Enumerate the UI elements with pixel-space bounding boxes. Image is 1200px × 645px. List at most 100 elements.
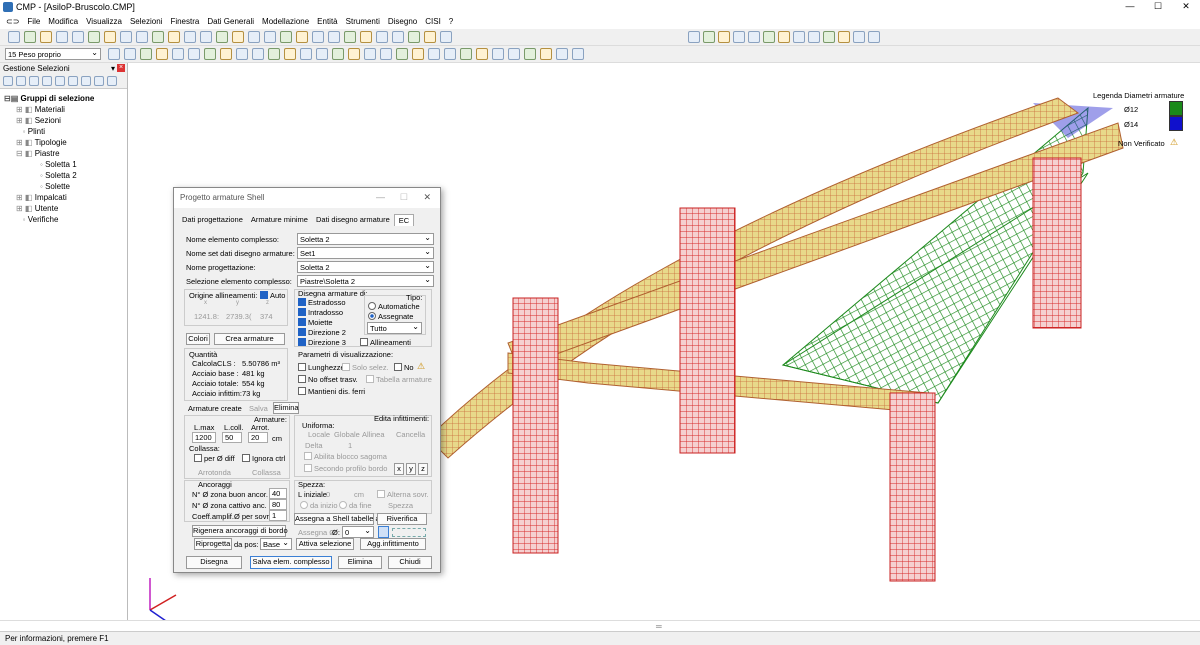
globale-button[interactable]: Globale	[334, 430, 360, 439]
toolbar-tool-icon[interactable]	[72, 31, 84, 43]
tipo-select[interactable]: Tutto	[367, 321, 422, 334]
tab-armature-minime[interactable]: Armature minime	[247, 214, 312, 226]
nome-set-select[interactable]: Set1	[297, 246, 434, 259]
toolbar-tool-icon[interactable]	[360, 31, 372, 43]
menu-help[interactable]: ?	[449, 17, 453, 26]
toolbar-tool-icon[interactable]	[284, 48, 296, 60]
tree-item-sezioni[interactable]: ⊞ ◧ Sezioni	[16, 116, 61, 126]
dialog-close-icon[interactable]: ✕	[423, 192, 431, 203]
panel-tool-icon[interactable]	[107, 76, 117, 86]
toolbar-tool-icon[interactable]	[808, 31, 820, 43]
alterna-checkbox[interactable]	[377, 490, 385, 498]
toolbar-tool-icon[interactable]	[216, 31, 228, 43]
toolbar-tool-icon[interactable]	[556, 48, 568, 60]
toolbar-tool-icon[interactable]	[156, 48, 168, 60]
toolbar-tool-icon[interactable]	[120, 31, 132, 43]
panel-tool-icon[interactable]	[81, 76, 91, 86]
tab-dati-progettazione[interactable]: Dati progettazione	[178, 214, 247, 226]
solo-selez-checkbox[interactable]	[342, 363, 350, 371]
zona-buon-input[interactable]: 40	[269, 488, 287, 499]
toolbar-tool-icon[interactable]	[252, 48, 264, 60]
z-button[interactable]: z	[418, 463, 428, 475]
panel-tool-icon[interactable]	[55, 76, 65, 86]
allinea-button[interactable]: Allinea	[362, 430, 385, 439]
collassa-button[interactable]: Collassa	[252, 468, 281, 477]
toolbar-tool-icon[interactable]	[380, 48, 392, 60]
toolbar-tool-icon[interactable]	[104, 31, 116, 43]
toolbar-tool-icon[interactable]	[140, 48, 152, 60]
toolbar-tool-icon[interactable]	[204, 48, 216, 60]
toolbar-tool-icon[interactable]	[328, 31, 340, 43]
toolbar-tool-icon[interactable]	[396, 48, 408, 60]
toolbar-tool-icon[interactable]	[300, 48, 312, 60]
toolbar-tool-icon[interactable]	[24, 31, 36, 43]
panel-tool-icon[interactable]	[42, 76, 52, 86]
intradosso-checkbox[interactable]	[298, 308, 306, 316]
toolbar-tool-icon[interactable]	[440, 31, 452, 43]
dialog-max-icon[interactable]: ☐	[400, 192, 408, 203]
toolbar-tool-icon[interactable]	[508, 48, 520, 60]
locale-button[interactable]: Locale	[308, 430, 330, 439]
attiva-selezione-button[interactable]: Attiva selezione	[296, 538, 354, 550]
toolbar-tool-icon[interactable]	[200, 31, 212, 43]
toolbar-tool-icon[interactable]	[40, 31, 52, 43]
crea-armature-button[interactable]: Crea armature	[214, 333, 285, 345]
x-button[interactable]: x	[394, 463, 404, 475]
toolbar-tool-icon[interactable]	[168, 31, 180, 43]
toolbar-tool-icon[interactable]	[136, 31, 148, 43]
nome-prog-select[interactable]: Soletta 2	[297, 260, 434, 273]
tabella-checkbox[interactable]	[366, 375, 374, 383]
toolbar-tool-icon[interactable]	[268, 48, 280, 60]
panel-tool-icon[interactable]	[16, 76, 26, 86]
toolbar-tool-icon[interactable]	[236, 48, 248, 60]
toolbar-tool-icon[interactable]	[408, 31, 420, 43]
origin-y-field[interactable]: 2739.3(	[226, 312, 251, 321]
arrotonda-button[interactable]: Arrotonda	[198, 468, 231, 477]
arm-create-tab[interactable]: Armature create	[188, 404, 242, 413]
toolbar-tool-icon[interactable]	[124, 48, 136, 60]
spezza-button[interactable]: Spezza	[388, 501, 413, 510]
toolbar-tool-icon[interactable]	[248, 31, 260, 43]
mesh-pattern-icon[interactable]	[392, 528, 426, 537]
tree-item-soletta2[interactable]: ◦ Soletta 2	[40, 171, 77, 181]
da-inizio-radio[interactable]	[300, 501, 308, 509]
y-button[interactable]: y	[406, 463, 416, 475]
toolbar-tool-icon[interactable]	[108, 48, 120, 60]
pin-icon[interactable]: ▾	[111, 63, 115, 75]
calcola-link[interactable]: Calcola	[192, 359, 217, 368]
menu-entita[interactable]: Entità	[317, 17, 337, 26]
toolbar-tool-icon[interactable]	[220, 48, 232, 60]
colori-button[interactable]: Colori	[186, 333, 210, 345]
toolbar-tool-icon[interactable]	[838, 31, 850, 43]
menu-strumenti[interactable]: Strumenti	[346, 17, 380, 26]
assegnate-radio[interactable]	[368, 312, 376, 320]
salva-tab[interactable]: Salva	[249, 404, 268, 413]
assegna-shell-button[interactable]: Assegna a Shell tabelle armat.	[294, 513, 397, 525]
maximize-button[interactable]: ☐	[1144, 0, 1172, 14]
close-button[interactable]: ✕	[1172, 0, 1200, 14]
menu-cisi[interactable]: CISI	[425, 17, 441, 26]
no-offset-checkbox[interactable]	[298, 375, 306, 383]
menu-dati-generali[interactable]: Dati Generali	[207, 17, 254, 26]
elimina-tab-button[interactable]: Elimina	[273, 402, 299, 414]
toolbar-tool-icon[interactable]	[364, 48, 376, 60]
panel-tool-icon[interactable]	[68, 76, 78, 86]
tree-item-utente[interactable]: ⊞ ◧ Utente	[16, 204, 58, 214]
toolbar-tool-icon[interactable]	[540, 48, 552, 60]
coeff-input[interactable]: 1	[269, 510, 287, 521]
moiette-checkbox[interactable]	[298, 318, 306, 326]
menu-modellazione[interactable]: Modellazione	[262, 17, 309, 26]
menu-modifica[interactable]: Modifica	[48, 17, 78, 26]
toolbar-tool-icon[interactable]	[572, 48, 584, 60]
estradosso-checkbox[interactable]	[298, 298, 306, 306]
no-checkbox[interactable]	[394, 363, 402, 371]
rigenera-button[interactable]: Rigenera ancoraggi di bordo	[192, 525, 288, 537]
arrot-input[interactable]: 20	[248, 432, 268, 443]
toolbar-tool-icon[interactable]	[763, 31, 775, 43]
toolbar-tool-icon[interactable]	[524, 48, 536, 60]
lcoll-input[interactable]: 50	[222, 432, 242, 443]
origin-x-field[interactable]: 1241.8:	[194, 312, 219, 321]
grid-view-icon[interactable]	[378, 526, 389, 538]
secondo-checkbox[interactable]	[304, 464, 312, 472]
toolbar-tool-icon[interactable]	[296, 31, 308, 43]
